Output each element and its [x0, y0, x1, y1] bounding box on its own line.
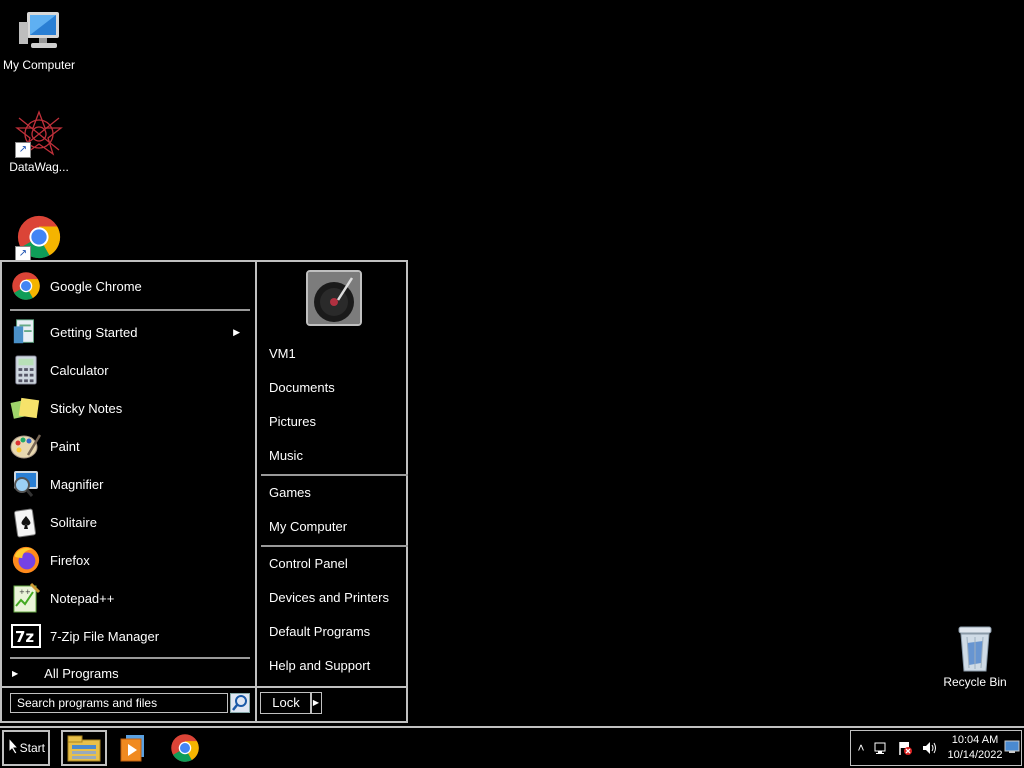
start-item-notepadpp[interactable]: ++ Notepad++: [10, 580, 250, 616]
turntable-icon: [308, 272, 360, 324]
places-item-help-and-support[interactable]: Help and Support: [269, 656, 370, 676]
program-label: Magnifier: [50, 476, 104, 492]
start-label: Start: [19, 741, 45, 755]
places-item-vm1[interactable]: VM1: [269, 344, 296, 364]
search-input[interactable]: [10, 693, 228, 713]
shortcut-arrow-icon: ↗: [15, 142, 31, 158]
program-label: Solitaire: [50, 514, 97, 530]
places-item-music[interactable]: Music: [269, 446, 303, 466]
desktop-icon-recycle-bin[interactable]: Recycle Bin: [933, 625, 1017, 689]
taskbar-media-player-button[interactable]: [110, 730, 156, 766]
calculator-icon: [10, 354, 42, 386]
program-label: Calculator: [50, 362, 109, 378]
media-player-icon: [120, 735, 144, 762]
chrome-icon: [171, 734, 199, 762]
svg-text:7z: 7z: [15, 628, 34, 646]
places-item-default-programs[interactable]: Default Programs: [269, 622, 370, 642]
getting-started-icon: [10, 316, 42, 348]
system-tray: ˄ 10:04 AM 10/14/2022: [850, 730, 1022, 766]
divider: [261, 474, 408, 476]
chrome-icon: [10, 270, 42, 302]
magnifier-icon: [10, 468, 42, 500]
places-item-devices-and-printers[interactable]: Devices and Printers: [269, 588, 389, 608]
program-label: 7-Zip File Manager: [50, 628, 160, 644]
desktop-icon-label: Recycle Bin: [943, 675, 1007, 689]
clock-time: 10:04 AM: [951, 734, 999, 746]
arrow-right-icon: ▶: [12, 668, 19, 678]
recycle-bin-icon: [951, 625, 999, 673]
all-programs-button[interactable]: ▶ All Programs: [10, 663, 250, 683]
program-label: Sticky Notes: [50, 400, 123, 416]
show-hidden-icons-icon[interactable]: ˄: [853, 740, 869, 756]
start-item-paint[interactable]: Paint: [10, 428, 250, 464]
start-menu: Google Chrome Getting Started ▶ Calculat…: [0, 260, 408, 723]
desktop-icon-my-computer[interactable]: My Computer: [0, 8, 81, 72]
divider: [10, 657, 250, 659]
start-item-getting-started[interactable]: Getting Started ▶: [10, 314, 250, 350]
lock-button[interactable]: Lock: [260, 692, 312, 714]
start-menu-places-pane: VM1 Documents Pictures Music Games My Co…: [255, 262, 408, 721]
chrome-icon: ↗: [15, 214, 63, 262]
desktop-icon-datawag[interactable]: ↗ DataWag...: [0, 110, 81, 174]
start-item-7zip[interactable]: 7z 7-Zip File Manager: [10, 618, 250, 654]
start-item-solitaire[interactable]: Solitaire: [10, 504, 250, 540]
search-icon: [232, 695, 247, 711]
divider: [2, 686, 255, 688]
clock-date: 10/14/2022: [947, 749, 1003, 761]
program-label: Getting Started: [50, 324, 138, 340]
desktop-icon-label: My Computer: [2, 58, 76, 72]
desktop-icon-label: DataWag...: [9, 160, 69, 174]
taskbar: Start ˄ 10:04 AM 10/14/2022: [0, 726, 1024, 768]
action-center-flag-icon[interactable]: [897, 740, 913, 756]
network-icon[interactable]: [873, 740, 889, 756]
places-item-games[interactable]: Games: [269, 483, 311, 503]
submenu-arrow-icon: ▶: [233, 326, 240, 337]
taskbar-file-explorer-button[interactable]: [61, 730, 107, 766]
places-item-pictures[interactable]: Pictures: [269, 412, 316, 432]
show-desktop-icon[interactable]: [1004, 739, 1020, 755]
taskbar-chrome-button[interactable]: [162, 730, 208, 766]
cursor-icon: [8, 736, 20, 758]
all-programs-label: All Programs: [44, 665, 119, 681]
program-label: Firefox: [50, 552, 90, 568]
lock-options-arrow-icon[interactable]: ▶: [310, 692, 322, 714]
start-item-sticky-notes[interactable]: Sticky Notes: [10, 390, 250, 426]
program-label: Paint: [50, 438, 80, 454]
start-menu-programs-pane: Google Chrome Getting Started ▶ Calculat…: [2, 262, 255, 721]
computer-icon: [15, 8, 63, 56]
desktop-icon-chrome[interactable]: ↗: [0, 214, 81, 264]
divider: [257, 686, 408, 688]
start-item-magnifier[interactable]: Magnifier: [10, 466, 250, 502]
volume-icon[interactable]: [921, 740, 937, 756]
svg-text:++: ++: [19, 588, 31, 596]
divider: [261, 545, 408, 547]
start-item-calculator[interactable]: Calculator: [10, 352, 250, 388]
solitaire-icon: [10, 506, 42, 538]
program-label: Google Chrome: [50, 278, 142, 294]
paint-icon: [10, 430, 42, 462]
clock[interactable]: 10:04 AM 10/14/2022: [943, 733, 1007, 763]
start-item-firefox[interactable]: Firefox: [10, 542, 250, 578]
start-item-google-chrome[interactable]: Google Chrome: [10, 268, 250, 304]
places-item-control-panel[interactable]: Control Panel: [269, 554, 348, 574]
places-item-documents[interactable]: Documents: [269, 378, 335, 398]
notepadpp-icon: ++: [10, 582, 42, 614]
avatar[interactable]: [306, 270, 362, 326]
sticky-notes-icon: [10, 392, 42, 424]
datawag-icon: ↗: [15, 110, 63, 158]
firefox-icon: [10, 544, 42, 576]
file-explorer-icon: [67, 735, 101, 762]
places-item-my-computer[interactable]: My Computer: [269, 517, 347, 537]
search-button[interactable]: [230, 693, 250, 713]
divider: [10, 309, 250, 311]
start-button[interactable]: Start: [2, 730, 50, 766]
program-label: Notepad++: [50, 590, 115, 606]
7zip-icon: 7z: [10, 620, 42, 652]
